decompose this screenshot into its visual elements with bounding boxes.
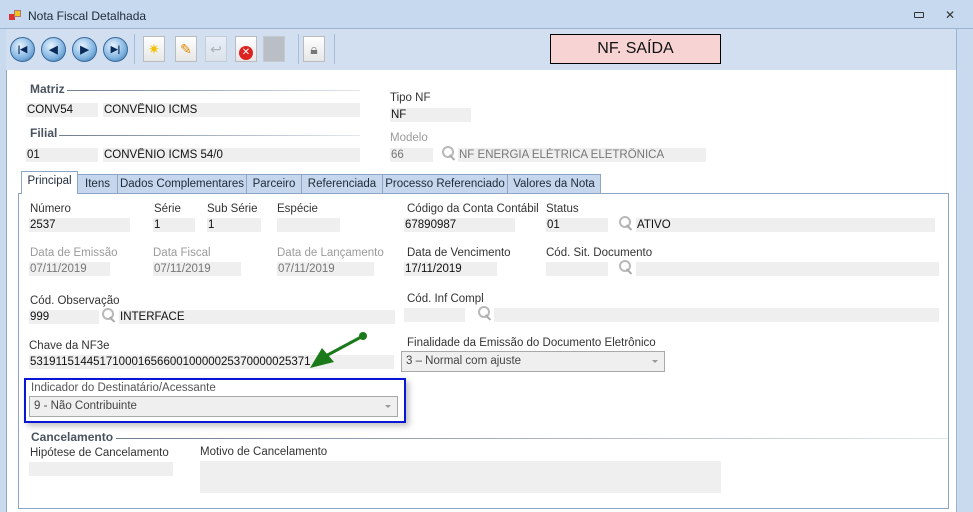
tab-itens[interactable]: Itens [77, 174, 118, 194]
tipo-nf-label: Tipo NF [390, 92, 431, 104]
hipotese-field[interactable] [29, 462, 173, 476]
especie-label: Espécie [277, 203, 318, 215]
indicador-label: Indicador do Destinatário/Acessante [31, 382, 216, 394]
last-icon: ▶| [110, 44, 121, 54]
filial-name-field[interactable]: CONVÊNIO ICMS 54/0 [103, 148, 360, 162]
data-emissao-label: Data de Emissão [30, 247, 118, 259]
cod-inf-compl-code-field[interactable] [404, 308, 465, 322]
cancelamento-label: Cancelamento [31, 430, 114, 444]
window-title: Nota Fiscal Detalhada [28, 9, 147, 23]
search-icon[interactable] [619, 260, 633, 274]
cod-sit-documento-label: Cód. Sit. Documento [546, 247, 653, 259]
sub-serie-label: Sub Série [207, 203, 258, 215]
data-lancamento-label: Data de Lançamento [277, 247, 384, 259]
arrow-annotation-icon [310, 332, 367, 368]
edit-button[interactable]: ✎ [175, 36, 197, 62]
chevron-down-icon [652, 360, 658, 363]
serie-label: Série [154, 203, 181, 215]
first-icon: |◀ [17, 44, 28, 54]
divider [59, 135, 360, 136]
delete-button[interactable]: ✕ [235, 36, 257, 62]
cod-inf-compl-label: Cód. Inf Compl [407, 293, 484, 305]
previous-icon: ◀ [49, 44, 58, 56]
cod-inf-compl-name-field[interactable] [494, 308, 939, 322]
finalidade-value: 3 – Normal com ajuste [406, 355, 522, 367]
motivo-field[interactable] [200, 461, 721, 493]
lock-icon: 🔒︎ [310, 40, 318, 57]
numero-field[interactable]: 2537 [29, 218, 130, 232]
last-record-button[interactable]: ▶| [103, 37, 128, 62]
divider [116, 438, 948, 439]
divider [67, 90, 360, 91]
cod-observacao-name-field[interactable]: INTERFACE [119, 310, 395, 324]
toolbar-separator [134, 34, 135, 64]
scrollbar[interactable] [956, 29, 973, 512]
next-record-button[interactable]: ▶ [72, 37, 97, 62]
search-icon[interactable] [442, 146, 456, 160]
undo-button[interactable]: ↩ [205, 36, 227, 62]
next-icon: ▶ [80, 44, 89, 56]
status-code-field[interactable]: 01 [546, 218, 608, 232]
matriz-code-field[interactable]: CONV54 [26, 103, 98, 117]
data-emissao-field[interactable]: 07/11/2019 [29, 262, 110, 276]
cod-sit-documento-code-field[interactable] [546, 262, 608, 276]
pencil-icon: ✎ [180, 40, 192, 57]
save-button[interactable] [263, 36, 285, 62]
indicador-value: 9 - Não Contribuinte [34, 400, 137, 412]
delete-icon: ✕ [239, 46, 253, 60]
cod-sit-documento-name-field[interactable] [636, 262, 939, 276]
new-button[interactable]: ✷ [143, 36, 165, 62]
tab-valores-da-nota[interactable]: Valores da Nota [507, 174, 601, 194]
data-fiscal-field[interactable]: 07/11/2019 [153, 262, 241, 276]
sub-serie-field[interactable]: 1 [207, 218, 261, 232]
chave-label: Chave da NF3e [29, 340, 110, 352]
search-icon[interactable] [619, 216, 633, 230]
close-button[interactable]: ✕ [945, 8, 955, 22]
tab-processo-referenciado[interactable]: Processo Referenciado [382, 174, 508, 194]
modelo-label: Modelo [390, 132, 428, 144]
nf-type-badge: NF. SAÍDA [550, 34, 721, 64]
tab-principal[interactable]: Principal [21, 171, 78, 194]
data-vencimento-label: Data de Vencimento [407, 247, 511, 259]
finalidade-select[interactable]: 3 – Normal com ajuste [401, 351, 665, 372]
tab-dados-complementares[interactable]: Dados Complementares [117, 174, 247, 194]
matriz-label: Matriz [30, 82, 65, 96]
filial-code-field[interactable]: 01 [26, 148, 98, 162]
conta-contabil-label: Código da Conta Contábil [407, 203, 539, 215]
status-label: Status [546, 203, 579, 215]
modelo-code-field[interactable]: 66 [390, 148, 433, 162]
data-vencimento-field[interactable]: 17/11/2019 [404, 262, 497, 276]
cod-observacao-label: Cód. Observação [30, 295, 120, 307]
data-lancamento-field[interactable]: 07/11/2019 [277, 262, 374, 276]
serie-field[interactable]: 1 [153, 218, 195, 232]
conta-contabil-field[interactable]: 67890987 [404, 218, 515, 232]
tab-referenciada[interactable]: Referenciada [301, 174, 383, 194]
numero-label: Número [30, 203, 71, 215]
hipotese-label: Hipótese de Cancelamento [30, 447, 169, 459]
chevron-down-icon [385, 405, 391, 408]
finalidade-label: Finalidade da Emissão do Documento Eletr… [407, 337, 656, 349]
cod-observacao-code-field[interactable]: 999 [29, 310, 99, 324]
tab-parceiro[interactable]: Parceiro [246, 174, 302, 194]
motivo-label: Motivo de Cancelamento [200, 446, 328, 458]
indicador-select[interactable]: 9 - Não Contribuinte [29, 396, 398, 417]
filial-label: Filial [30, 126, 58, 140]
minimize-button[interactable] [914, 12, 924, 18]
modelo-name-field[interactable]: NF ENERGIA ELÉTRICA ELETRÔNICA [458, 148, 706, 162]
app-icon [9, 10, 21, 21]
search-icon[interactable] [478, 306, 492, 320]
toolbar-separator [334, 34, 335, 64]
status-name-field[interactable]: ATIVO [636, 218, 935, 232]
undo-icon: ↩ [210, 40, 222, 57]
matriz-name-field[interactable]: CONVÊNIO ICMS [103, 103, 360, 117]
lock-button[interactable]: 🔒︎ [303, 36, 325, 62]
data-fiscal-label: Data Fiscal [153, 247, 211, 259]
first-record-button[interactable]: |◀ [10, 37, 35, 62]
previous-record-button[interactable]: ◀ [41, 37, 66, 62]
toolbar-separator [298, 34, 299, 64]
new-document-icon: ✷ [148, 40, 160, 57]
search-icon[interactable] [102, 308, 116, 322]
especie-field[interactable] [277, 218, 340, 232]
tipo-nf-field[interactable]: NF [390, 108, 471, 122]
